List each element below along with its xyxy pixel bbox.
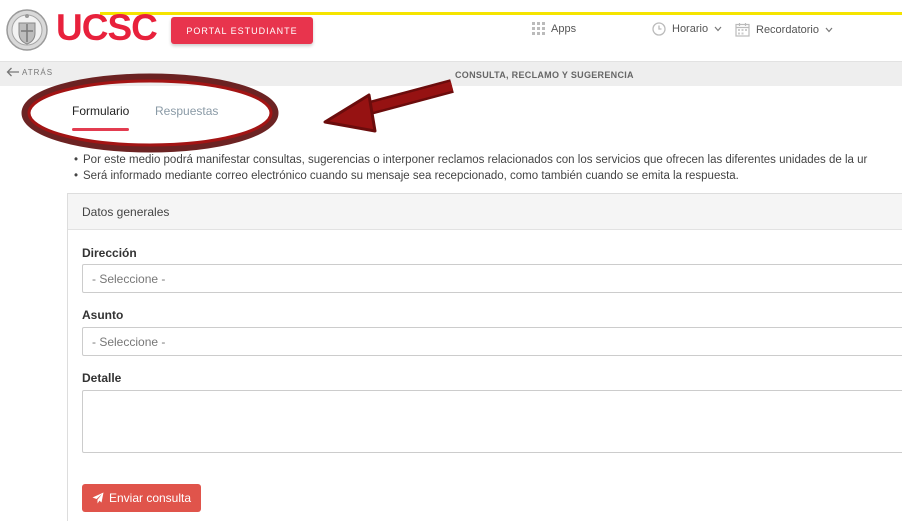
tab-formulario[interactable]: Formulario bbox=[72, 104, 129, 118]
back-label: ATRÁS bbox=[22, 67, 54, 77]
chevron-down-icon bbox=[714, 26, 722, 32]
apps-menu[interactable]: Apps bbox=[532, 22, 576, 35]
note-item: Por este medio podrá manifestar consulta… bbox=[74, 152, 867, 168]
calendar-icon bbox=[735, 23, 750, 37]
brand-logo-text[interactable]: UCSC bbox=[56, 8, 158, 48]
recordatorio-menu[interactable]: Recordatorio bbox=[735, 22, 833, 37]
asunto-select[interactable]: - Seleccione - bbox=[82, 327, 902, 356]
portal-estudiante-button[interactable]: PORTAL ESTUDIANTE bbox=[171, 17, 313, 44]
sub-header-bar: ATRÁS CONSULTA, RECLAMO Y SUGERENCIA bbox=[0, 61, 902, 86]
apps-label: Apps bbox=[551, 22, 577, 35]
page-title: CONSULTA, RECLAMO Y SUGERENCIA bbox=[455, 70, 634, 80]
chevron-down-icon bbox=[825, 27, 833, 32]
direccion-select[interactable]: - Seleccione - bbox=[82, 264, 902, 293]
annotation-arrow bbox=[323, 79, 454, 133]
asunto-label: Asunto bbox=[82, 308, 124, 322]
detalle-textarea[interactable] bbox=[82, 390, 902, 453]
recordatorio-label: Recordatorio bbox=[756, 23, 819, 36]
enviar-consulta-button[interactable]: Enviar consulta bbox=[82, 484, 201, 512]
paper-plane-icon bbox=[92, 492, 104, 504]
horario-menu[interactable]: Horario bbox=[652, 22, 722, 36]
tab-respuestas[interactable]: Respuestas bbox=[155, 104, 218, 118]
direccion-label: Dirección bbox=[82, 246, 137, 260]
panel-heading: Datos generales bbox=[68, 194, 902, 230]
detalle-label: Detalle bbox=[82, 371, 122, 385]
form-panel: Datos generales Dirección - Seleccione -… bbox=[67, 193, 902, 521]
active-tab-indicator bbox=[72, 128, 129, 131]
clock-icon bbox=[652, 22, 666, 36]
top-header: UCSC PORTAL ESTUDIANTE Apps Horario Reco… bbox=[0, 0, 902, 57]
horario-label: Horario bbox=[672, 23, 709, 35]
info-notes: Por este medio podrá manifestar consulta… bbox=[74, 152, 867, 184]
enviar-consulta-label: Enviar consulta bbox=[108, 491, 192, 505]
note-item: Será informado mediante correo electróni… bbox=[74, 168, 867, 184]
back-link[interactable]: ATRÁS bbox=[6, 67, 53, 77]
grid-icon bbox=[532, 22, 545, 35]
annotation-ellipse bbox=[21, 73, 279, 153]
header-accent-line bbox=[100, 12, 902, 15]
arrow-left-icon bbox=[6, 67, 19, 77]
university-crest-icon[interactable] bbox=[5, 8, 49, 52]
